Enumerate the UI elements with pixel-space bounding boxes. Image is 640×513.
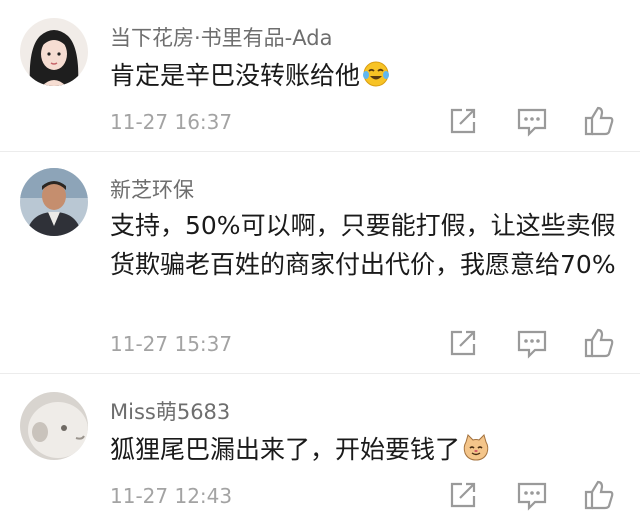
comment-reply-icon[interactable] [515,478,549,512]
comment-reply-icon[interactable] [515,326,549,360]
timestamp: 11-27 12:43 [110,484,233,508]
comment-item: Miss萌5683 狐狸尾巴漏出来了，开始要钱了 11-27 12:43 [0,374,640,513]
username[interactable]: 当下花房·书里有品-Ada [110,22,332,52]
comment-text: 狐狸尾巴漏出来了，开始要钱了 [110,430,630,473]
timestamp: 11-27 15:37 [110,332,233,356]
comment-text: 支持，50%可以啊，只要能打假，让这些卖假货欺骗老百姓的商家付出代价，我愿意给7… [110,206,630,284]
comment-body: 肯定是辛巴没转账给他 [110,61,361,90]
comment-item: 新芝环保 支持，50%可以啊，只要能打假，让这些卖假货欺骗老百姓的商家付出代价，… [0,152,640,374]
thumbs-up-icon[interactable] [582,478,616,512]
thumbs-up-icon[interactable] [582,326,616,360]
username[interactable]: Miss萌5683 [110,396,230,426]
avatar[interactable] [20,168,88,236]
comment-reply-icon[interactable] [515,104,549,138]
comment-body: 狐狸尾巴漏出来了，开始要钱了 [110,435,461,464]
comment-item: 当下花房·书里有品-Ada 肯定是辛巴没转账给他 11-27 16:37 [0,0,640,152]
thumbs-up-icon[interactable] [582,104,616,138]
crying-laughing-emoji-icon [362,60,390,99]
comment-text: 肯定是辛巴没转账给他 [110,56,630,99]
comment-body: 支持，50%可以啊，只要能打假，让这些卖假货欺骗老百姓的商家付出代价，我愿意给7… [110,211,616,279]
avatar[interactable] [20,18,88,86]
share-edit-icon[interactable] [446,104,480,138]
avatar[interactable] [20,392,88,460]
cat-face-emoji-icon [462,434,490,473]
share-edit-icon[interactable] [446,478,480,512]
share-edit-icon[interactable] [446,326,480,360]
timestamp: 11-27 16:37 [110,110,233,134]
username[interactable]: 新芝环保 [110,174,194,204]
